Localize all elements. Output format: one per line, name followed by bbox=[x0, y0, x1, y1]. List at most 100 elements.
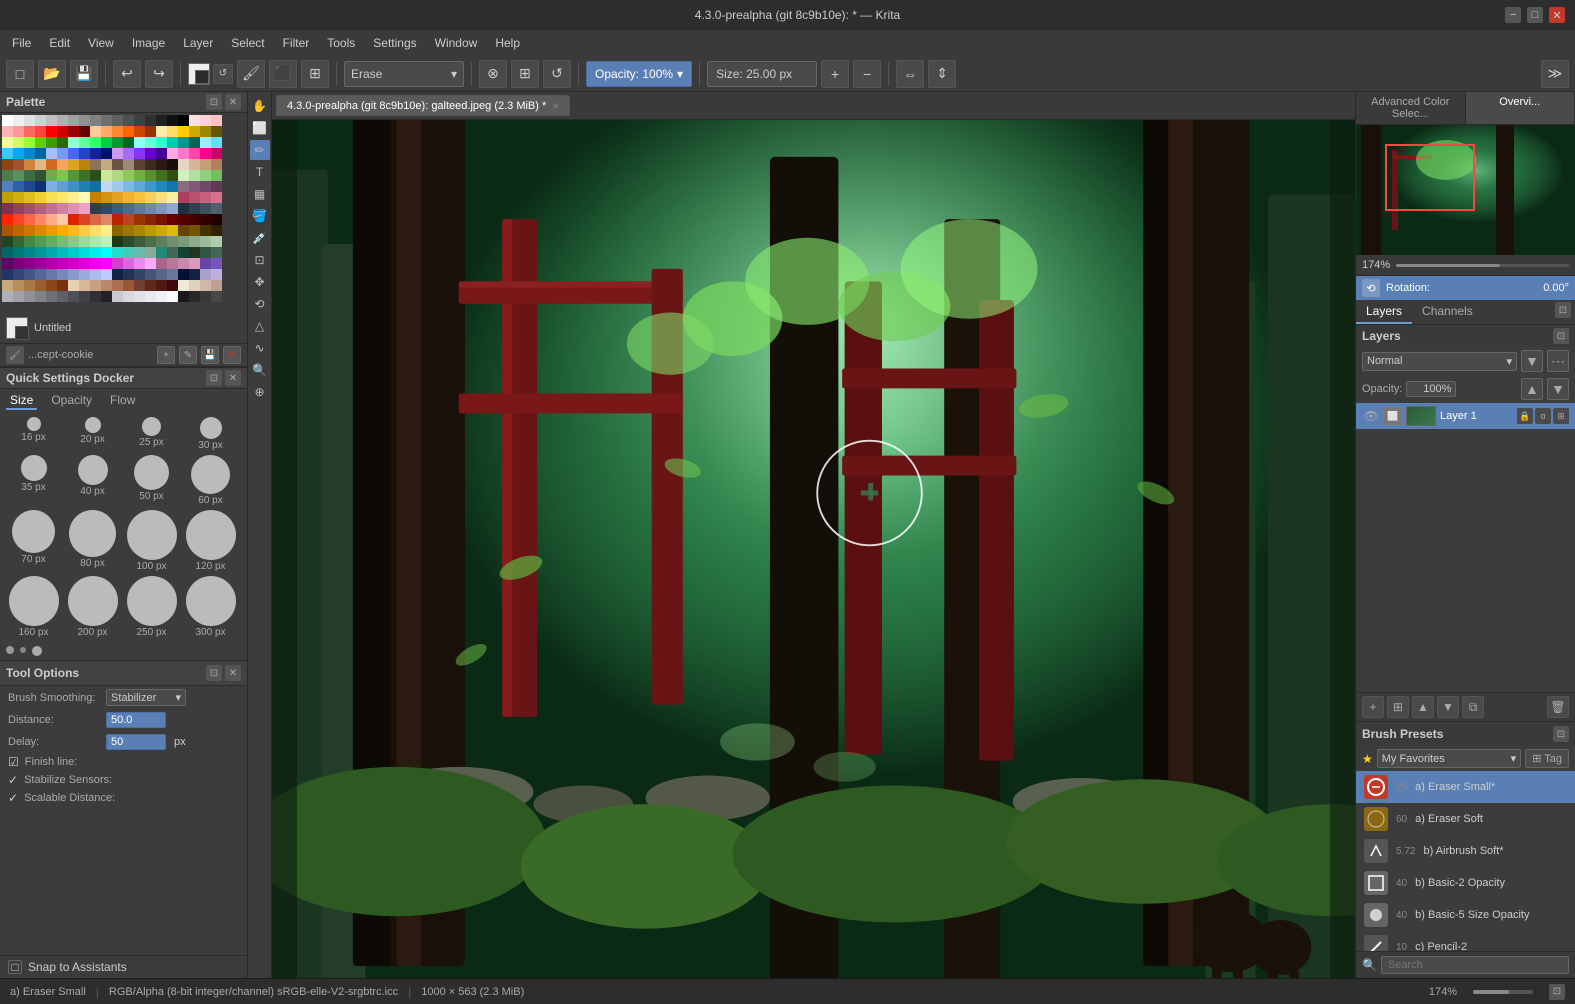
to-close-button[interactable]: ✕ bbox=[225, 665, 241, 681]
brush-set-delete-button[interactable]: ✕ bbox=[223, 346, 241, 364]
palette-close-button[interactable]: ✕ bbox=[225, 94, 241, 110]
delete-layer-button[interactable]: 🗑 bbox=[1547, 696, 1569, 718]
restore-button[interactable]: □ bbox=[1527, 7, 1543, 23]
new-document-button[interactable]: □ bbox=[6, 60, 34, 88]
preset-item-basic2-opacity[interactable]: 40 b) Basic-2 Opacity bbox=[1356, 867, 1575, 899]
brush-size-50[interactable]: 50 px bbox=[124, 455, 179, 506]
opacity-up-button[interactable]: ▲ bbox=[1521, 378, 1543, 400]
menu-window[interactable]: Window bbox=[427, 34, 486, 52]
tool-zoom[interactable]: 🔍 bbox=[250, 360, 270, 380]
tool-move[interactable]: ✥ bbox=[250, 272, 270, 292]
qs-tab-flow[interactable]: Flow bbox=[106, 392, 139, 410]
color-button[interactable]: ↺ bbox=[213, 64, 233, 84]
layers-tab[interactable]: Layers bbox=[1356, 300, 1412, 324]
tool-bezier[interactable]: ∿ bbox=[250, 338, 270, 358]
color-palette-grid[interactable] bbox=[2, 115, 236, 311]
delay-input[interactable] bbox=[106, 734, 166, 750]
brush-size-200[interactable]: 200 px bbox=[65, 576, 120, 638]
brush-presets-options-button[interactable]: ⊡ bbox=[1553, 726, 1569, 742]
menu-edit[interactable]: Edit bbox=[41, 34, 78, 52]
layer-pass-through-1[interactable]: ⊞ bbox=[1553, 408, 1569, 424]
preset-item-eraser-soft[interactable]: 60 a) Eraser Soft bbox=[1356, 803, 1575, 835]
qs-close-button[interactable]: ✕ bbox=[225, 370, 241, 386]
brush-size-250[interactable]: 250 px bbox=[124, 576, 179, 638]
tool-crop[interactable]: ⊡ bbox=[250, 250, 270, 270]
status-options-button[interactable]: ⊡ bbox=[1549, 984, 1565, 1000]
blend-mode-dropdown[interactable]: Normal ▾ bbox=[1362, 352, 1517, 371]
tool-touch[interactable]: ✋ bbox=[250, 96, 270, 116]
menu-settings[interactable]: Settings bbox=[365, 34, 424, 52]
minimize-button[interactable]: − bbox=[1505, 7, 1521, 23]
layer-item-1[interactable]: 👁 ⬜ Layer 1 🔒 α ⊞ bbox=[1356, 403, 1575, 429]
grid-button[interactable]: ⊞ bbox=[301, 60, 329, 88]
menu-view[interactable]: View bbox=[80, 34, 122, 52]
menu-image[interactable]: Image bbox=[124, 34, 173, 52]
qs-tab-size[interactable]: Size bbox=[6, 392, 37, 410]
channels-tab[interactable]: Channels bbox=[1412, 300, 1483, 324]
clear-button[interactable]: ⊗ bbox=[479, 60, 507, 88]
brush-size-300[interactable]: 300 px bbox=[183, 576, 238, 638]
rotation-icon[interactable]: ⟲ bbox=[1362, 279, 1380, 297]
brush-size-100[interactable]: 100 px bbox=[124, 510, 179, 572]
lock-alpha-button[interactable]: ⊞ bbox=[511, 60, 539, 88]
brush-smoothing-dropdown[interactable]: Stabilizer ▾ bbox=[106, 689, 186, 706]
layer-filter-button[interactable]: ▼ bbox=[1521, 350, 1543, 372]
palette-dots-button[interactable]: ⊡ bbox=[206, 94, 222, 110]
duplicate-layer-button[interactable]: ⧉ bbox=[1462, 696, 1484, 718]
layer-alpha-lock-1[interactable]: α bbox=[1535, 408, 1551, 424]
tag-button[interactable]: ⊞ Tag bbox=[1525, 749, 1569, 768]
qs-dots-button[interactable]: ⊡ bbox=[206, 370, 222, 386]
search-input[interactable] bbox=[1381, 956, 1569, 974]
size-control[interactable]: Size: 25.00 px bbox=[707, 61, 817, 87]
snap-checkbox[interactable]: □ bbox=[8, 960, 22, 974]
color-palette-button[interactable]: ⬛ bbox=[269, 60, 297, 88]
redo-button[interactable]: ↪ bbox=[145, 60, 173, 88]
layer-visibility-1[interactable]: 👁 bbox=[1362, 407, 1380, 425]
save-document-button[interactable]: 💾 bbox=[70, 60, 98, 88]
overview-thumbnail[interactable] bbox=[1356, 125, 1575, 255]
brush-size-80[interactable]: 80 px bbox=[65, 510, 120, 572]
brush-set-add-button[interactable]: + bbox=[157, 346, 175, 364]
preset-item-basic5-size[interactable]: 40 b) Basic-5 Size Opacity bbox=[1356, 899, 1575, 931]
layers-options-button[interactable]: ⊡ bbox=[1555, 302, 1571, 318]
distance-input[interactable] bbox=[106, 712, 166, 728]
opacity-value[interactable]: 100% bbox=[1406, 381, 1456, 397]
tool-fill[interactable]: 🪣 bbox=[250, 206, 270, 226]
size-minus-button[interactable]: − bbox=[853, 60, 881, 88]
tool-select-rect[interactable]: ⬜ bbox=[250, 118, 270, 138]
brush-size-70[interactable]: 70 px bbox=[6, 510, 61, 572]
brush-size-160[interactable]: 160 px bbox=[6, 576, 61, 638]
add-layer-button[interactable]: + bbox=[1362, 696, 1384, 718]
status-zoom-slider[interactable] bbox=[1473, 990, 1533, 994]
tool-vector[interactable]: △ bbox=[250, 316, 270, 336]
brush-size-120[interactable]: 120 px bbox=[183, 510, 238, 572]
more-options-button[interactable]: ≫ bbox=[1541, 60, 1569, 88]
tool-assistant[interactable]: ⊕ bbox=[250, 382, 270, 402]
layer-options-button[interactable]: ⋯ bbox=[1547, 350, 1569, 372]
brush-size-60[interactable]: 60 px bbox=[183, 455, 238, 506]
erase-mode-dropdown[interactable]: Erase ▾ bbox=[344, 61, 464, 87]
opacity-control[interactable]: Opacity: 100% ▾ bbox=[586, 61, 692, 87]
canvas-tab-main[interactable]: 4.3.0-prealpha (git 8c9b10e): galteed.jp… bbox=[276, 95, 570, 116]
brush-size-40[interactable]: 40 px bbox=[65, 455, 120, 506]
preset-item-pencil2[interactable]: 10 c) Pencil-2 bbox=[1356, 931, 1575, 951]
mirror-h-button[interactable]: ⇔ bbox=[896, 60, 924, 88]
reload-button[interactable]: ↺ bbox=[543, 60, 571, 88]
brush-size-25[interactable]: 25 px bbox=[124, 417, 179, 451]
layers-filter-button[interactable]: ⊡ bbox=[1553, 328, 1569, 344]
layer-lock-1[interactable]: 🔒 bbox=[1517, 408, 1533, 424]
open-document-button[interactable]: 📂 bbox=[38, 60, 66, 88]
tool-gradient[interactable]: ▦ bbox=[250, 184, 270, 204]
brush-size-20[interactable]: 20 px bbox=[65, 417, 120, 451]
brush-size-16[interactable]: 16 px bbox=[6, 417, 61, 451]
preset-item-eraser-small[interactable]: 25 a) Eraser Small* bbox=[1356, 771, 1575, 803]
menu-layer[interactable]: Layer bbox=[175, 34, 221, 52]
brush-size-35[interactable]: 35 px bbox=[6, 455, 61, 506]
move-up-button[interactable]: ▲ bbox=[1412, 696, 1434, 718]
foreground-color-swatch[interactable] bbox=[188, 63, 210, 85]
overview-tab[interactable]: Overvi... bbox=[1466, 92, 1575, 124]
advanced-color-tab[interactable]: Advanced Color Selec... bbox=[1356, 92, 1466, 124]
brush-size-30[interactable]: 30 px bbox=[183, 417, 238, 451]
canvas-tab-close[interactable]: × bbox=[552, 99, 559, 113]
mirror-v-button[interactable]: ⇕ bbox=[928, 60, 956, 88]
